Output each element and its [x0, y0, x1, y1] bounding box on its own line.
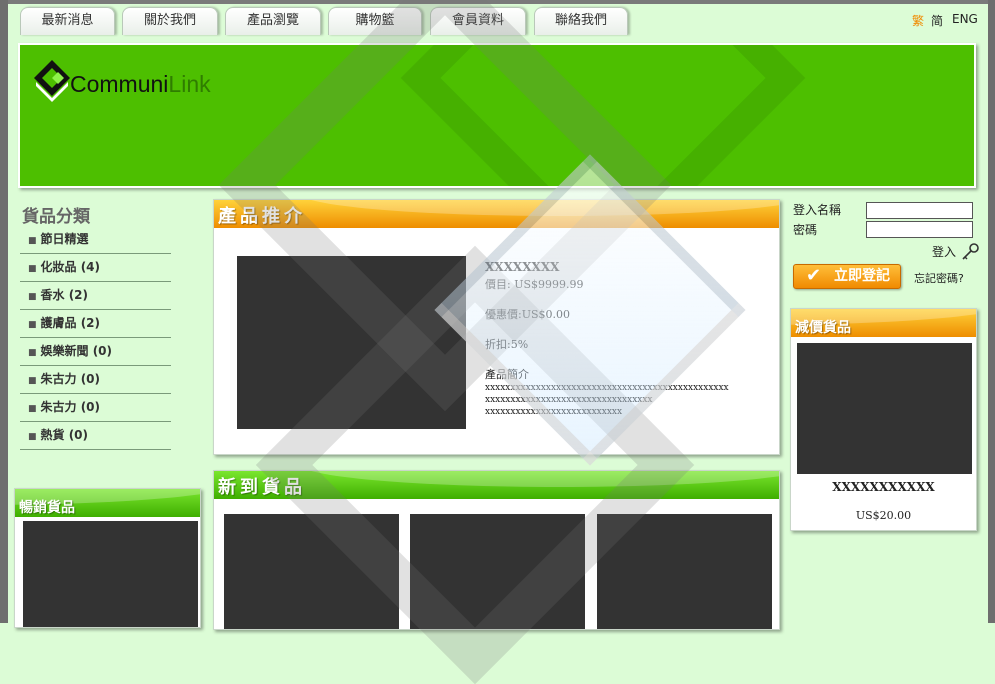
- category-title: 貨品分類: [22, 207, 90, 227]
- featured-desc-title: 產品簡介: [485, 368, 529, 381]
- featured-desc-line: xxxxxxxxxxxxxxxxxxxxxxxxxxxxxxxxx: [485, 395, 653, 405]
- sale-product-name: XXXXXXXXXXX: [832, 480, 935, 494]
- bestseller-title: 暢銷貨品: [19, 500, 75, 516]
- featured-desc-line: xxxxxxxxxxxxxxxxxxxxxxxxxxx: [485, 407, 623, 417]
- tab-news[interactable]: 最新消息: [20, 7, 115, 35]
- tab-contact-us[interactable]: 聯絡我們: [534, 7, 628, 35]
- window-frame-top: [8, 0, 988, 4]
- sale-header: 減價貨品: [791, 309, 976, 337]
- featured-product-name: XXXXXXXX: [485, 260, 560, 274]
- communilink-logo-icon: [34, 60, 70, 102]
- bullet-icon: ■: [28, 348, 37, 358]
- banner-diamond-decoration: [400, 45, 806, 186]
- featured-discount-price: 優惠價:US$0.00: [485, 308, 571, 321]
- featured-header: 產品推介: [214, 200, 779, 228]
- category-item-label: 香水 (2): [40, 288, 89, 302]
- password-input[interactable]: [866, 221, 973, 238]
- featured-desc-line: xxxxxxxxxxxxxxxxxxxxxxxxxxxxxxxxxxxxxxxx…: [485, 383, 729, 393]
- bullet-icon: ■: [28, 376, 37, 386]
- header-swoosh: [299, 200, 779, 216]
- bestseller-panel: 暢銷貨品: [14, 488, 201, 628]
- category-item[interactable]: ■ 朱古力 (0): [20, 366, 171, 394]
- category-item[interactable]: ■ 節日精選: [20, 226, 171, 254]
- bullet-icon: ■: [28, 404, 37, 414]
- category-list: ■ 節日精選 ■ 化妝品 (4) ■ 香水 (2) ■ 護膚品 (2) ■ 娛樂新聞 (0…: [20, 226, 171, 450]
- category-item[interactable]: ■ 香水 (2): [20, 282, 171, 310]
- login-link[interactable]: 登入: [932, 242, 980, 262]
- key-icon: [962, 243, 979, 260]
- category-item[interactable]: ■ 熱貨 (0): [20, 422, 171, 450]
- sale-panel: 減價貨品 XXXXXXXXXXX US$20.00: [790, 308, 977, 531]
- logo-text: CommuniLink: [70, 71, 211, 98]
- category-item-label: 化妝品 (4): [40, 260, 101, 274]
- new-arrivals-header: 新到貨品: [214, 471, 779, 499]
- category-item[interactable]: ■ 朱古力 (0): [20, 394, 171, 422]
- category-item[interactable]: ■ 化妝品 (4): [20, 254, 171, 282]
- tab-shopping-cart[interactable]: 購物籃: [328, 7, 422, 35]
- sale-title: 減價貨品: [795, 320, 851, 336]
- header-swoosh: [299, 471, 779, 487]
- tab-products[interactable]: 產品瀏覽: [225, 7, 321, 35]
- bestseller-product-image[interactable]: [23, 521, 198, 627]
- password-label: 密碼: [793, 223, 818, 237]
- featured-panel: 產品推介 XXXXXXXX 價目: US$9999.99 優惠價:US$0.00…: [213, 199, 780, 455]
- bullet-icon: ■: [28, 432, 37, 442]
- sale-product-image[interactable]: [797, 343, 972, 474]
- window-frame-right: [988, 0, 995, 623]
- new-arrival-product-image[interactable]: [410, 514, 585, 629]
- new-arrival-product-image[interactable]: [224, 514, 399, 629]
- username-input[interactable]: [866, 202, 973, 219]
- username-label: 登入名稱: [793, 203, 842, 217]
- featured-price: 價目: US$9999.99: [485, 278, 584, 291]
- category-item[interactable]: ■ 護膚品 (2): [20, 310, 171, 338]
- featured-description: xxxxxxxxxxxxxxxxxxxxxxxxxxxxxxxxxxxxxxxx…: [485, 382, 729, 418]
- header-banner: CommuniLink: [18, 43, 976, 188]
- category-item-label: 娛樂新聞 (0): [40, 344, 113, 358]
- login-link-label: 登入: [932, 245, 957, 259]
- tab-member-info[interactable]: 會員資料: [430, 7, 526, 35]
- category-item-label: 朱古力 (0): [40, 400, 101, 414]
- bullet-icon: ■: [28, 320, 37, 330]
- logo-text-part1: Communi: [70, 71, 169, 97]
- category-item-label: 朱古力 (0): [40, 372, 101, 386]
- lang-english[interactable]: ENG: [952, 12, 978, 26]
- featured-details: XXXXXXXX 價目: US$9999.99 優惠價:US$0.00 折扣:5…: [485, 260, 729, 418]
- category-item-label: 護膚品 (2): [40, 316, 101, 330]
- checkmark-icon: ✔: [806, 265, 822, 286]
- featured-product-image[interactable]: [237, 256, 466, 429]
- category-item-label: 節日精選: [40, 232, 89, 246]
- new-arrivals-panel: 新到貨品: [213, 470, 780, 630]
- bullet-icon: ■: [28, 264, 37, 274]
- bullet-icon: ■: [28, 292, 37, 302]
- forgot-password-link[interactable]: 忘記密碼?: [914, 270, 964, 286]
- featured-discount-rate: 折扣:5%: [485, 338, 529, 351]
- sale-product-price: US$20.00: [855, 509, 912, 522]
- window-frame-left: [0, 0, 8, 623]
- new-arrival-product-image[interactable]: [597, 514, 772, 629]
- logo-text-part2: Link: [168, 71, 211, 97]
- tab-about-us[interactable]: 關於我們: [122, 7, 218, 35]
- category-item-label: 熱貨 (0): [40, 428, 89, 442]
- new-arrivals-title: 新到貨品: [218, 477, 306, 498]
- register-button-label: 立即登記: [834, 268, 890, 284]
- lang-simplified[interactable]: 简: [931, 12, 943, 29]
- bullet-icon: ■: [28, 236, 37, 246]
- bestseller-header: 暢銷貨品: [15, 489, 200, 517]
- category-item[interactable]: ■ 娛樂新聞 (0): [20, 338, 171, 366]
- lang-traditional[interactable]: 繁: [912, 12, 924, 29]
- register-button[interactable]: ✔ 立即登記: [793, 264, 901, 289]
- featured-title: 產品推介: [218, 206, 306, 227]
